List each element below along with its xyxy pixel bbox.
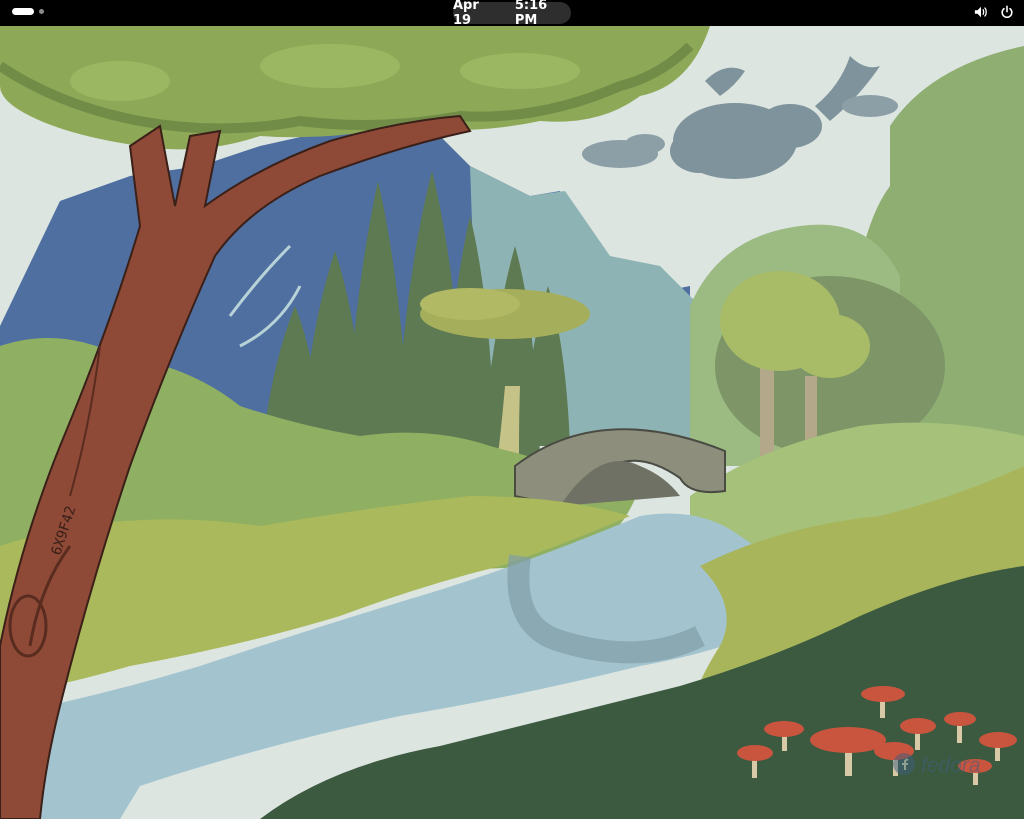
fedora-watermark: fedora bbox=[892, 752, 981, 780]
fedora-wordmark: fedora bbox=[921, 754, 981, 777]
power-icon bbox=[1000, 5, 1014, 19]
top-bar: Apr 19 5:16 PM bbox=[0, 0, 1024, 28]
workspace-indicator-icon bbox=[12, 8, 34, 15]
date-time-button[interactable]: Apr 19 5:16 PM bbox=[453, 0, 571, 28]
desktop-screen: Apr 19 5:16 PM 6X9F42 fedora bbox=[0, 0, 1024, 819]
desktop-wallpaper: 6X9F42 bbox=[0, 26, 1024, 819]
activities-button[interactable] bbox=[12, 8, 44, 15]
volume-icon bbox=[974, 5, 988, 19]
system-tray[interactable] bbox=[974, 5, 1014, 19]
fedora-logo-icon bbox=[892, 752, 916, 780]
workspace-dot-icon bbox=[39, 9, 44, 14]
date-label: Apr 19 bbox=[453, 0, 479, 28]
time-label: 5:16 PM bbox=[514, 0, 548, 28]
